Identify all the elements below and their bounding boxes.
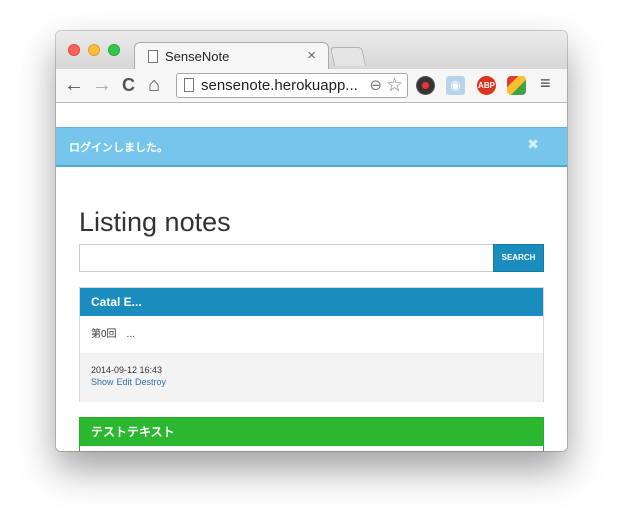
back-arrow-icon[interactable]: ← [64, 73, 84, 97]
zoom-window-button[interactable] [108, 44, 120, 56]
reload-icon[interactable]: C [122, 73, 135, 97]
menu-icon[interactable]: ≡ [540, 73, 551, 94]
page-viewport: ログインしました。 ✖ Listing notes SEARCH Catal E… [56, 103, 567, 451]
note-body: 第0回 ... [80, 316, 543, 354]
tab-title: SenseNote [165, 49, 230, 64]
show-link[interactable]: Show [91, 377, 114, 387]
note-title[interactable]: テストテキスト [80, 418, 543, 446]
page-icon [148, 50, 158, 63]
alert-message: ログインしました。 [69, 142, 168, 154]
star-icon[interactable]: ☆ [386, 74, 403, 97]
page-icon [184, 78, 194, 92]
page-title: Listing notes [79, 207, 231, 237]
note-title[interactable]: Catal E... [80, 288, 543, 316]
browser-toolbar: ← → C ⌂ sensenote.herokuapp... ⊖ ☆ ◉ ABP… [56, 69, 567, 103]
note-card: Catal E... 第0回 ... 2014-09-12 16:43 Show… [79, 287, 544, 402]
search-input[interactable] [79, 244, 494, 272]
new-tab-button[interactable] [329, 47, 367, 66]
colorful-extension-icon[interactable] [507, 76, 526, 95]
address-bar[interactable]: sensenote.herokuapp... ⊖ ☆ [176, 73, 408, 98]
login-alert: ログインしました。 ✖ [56, 127, 567, 167]
note-actions: Show Edit Destroy [91, 376, 543, 389]
minimize-window-button[interactable] [88, 44, 100, 56]
edit-link[interactable]: Edit [117, 377, 133, 387]
browser-window: SenseNote × ← → C ⌂ sensenote.herokuapp.… [56, 31, 567, 451]
url-text[interactable]: sensenote.herokuapp... [201, 77, 358, 94]
destroy-link[interactable]: Destroy [135, 377, 166, 387]
close-icon[interactable]: ✖ [527, 136, 539, 153]
search-button[interactable]: SEARCH [493, 244, 544, 272]
camera-lens-extension-icon[interactable] [416, 76, 435, 95]
adblock-extension-icon[interactable]: ABP [477, 76, 496, 95]
close-window-button[interactable] [68, 44, 80, 56]
note-card: テストテキスト [79, 417, 544, 451]
note-footer: 2014-09-12 16:43 Show Edit Destroy [80, 354, 543, 402]
note-date: 2014-09-12 16:43 [91, 365, 163, 375]
magnifier-icon[interactable]: ⊖ [369, 76, 382, 94]
camera-extension-icon[interactable]: ◉ [446, 76, 465, 95]
title-bar: SenseNote × [56, 31, 567, 70]
forward-arrow-icon[interactable]: → [92, 73, 112, 97]
tab-sensenote[interactable]: SenseNote × [134, 42, 329, 70]
close-tab-icon[interactable]: × [307, 47, 316, 64]
home-icon[interactable]: ⌂ [148, 73, 160, 97]
